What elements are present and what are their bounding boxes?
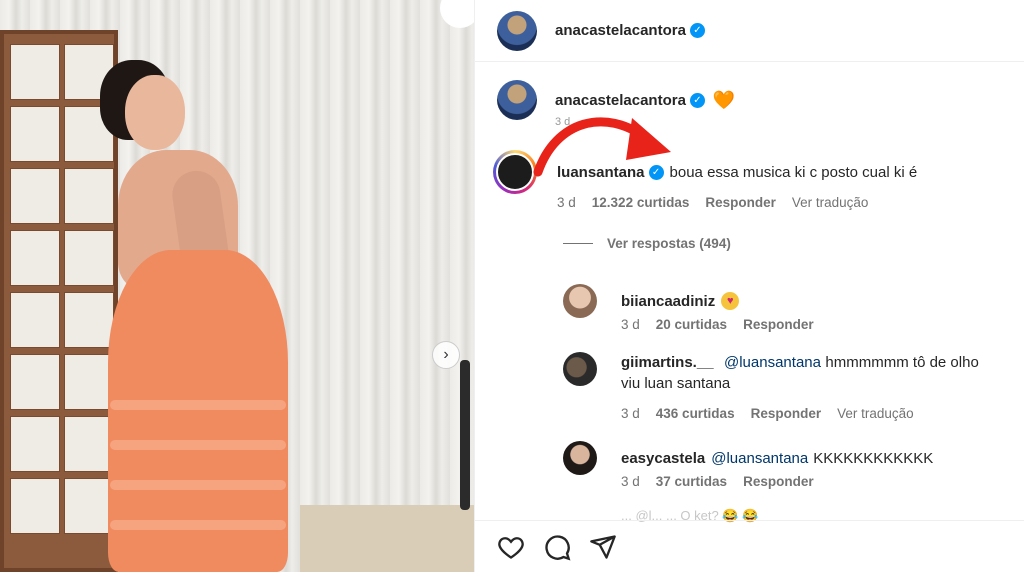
avatar[interactable] bbox=[563, 284, 597, 318]
comment-username[interactable]: giimartins.__ bbox=[621, 354, 714, 371]
comment-time: 3 d bbox=[621, 317, 640, 332]
verified-badge-icon: ✓ bbox=[689, 23, 705, 38]
mention-link[interactable]: @luansantana bbox=[711, 450, 808, 467]
reply-button[interactable]: Responder bbox=[743, 317, 814, 332]
chevron-right-icon: › bbox=[443, 346, 449, 363]
reply-easycastela: easycastela @luansantana KKKKKKKKKKKK bbox=[563, 441, 933, 475]
ottoman bbox=[300, 505, 474, 572]
post-header: anacastelacantora ✓ bbox=[475, 0, 1024, 62]
send-icon[interactable] bbox=[589, 533, 617, 561]
likes-count[interactable]: 12.322 curtidas bbox=[592, 195, 690, 210]
red-arrow-annotation bbox=[533, 117, 671, 177]
translate-link[interactable]: Ver tradução bbox=[837, 406, 914, 421]
comment-meta: 3 d 37 curtidas Responder bbox=[621, 474, 814, 489]
heart-icon[interactable] bbox=[497, 533, 525, 561]
comment-meta: 3 d 436 curtidas Responder Ver tradução bbox=[621, 406, 914, 421]
orange-heart-emoji: 🧡 bbox=[712, 89, 736, 110]
comment-text-continued: viu luan santana bbox=[621, 375, 731, 392]
reply-giimartins: giimartins.__ @luansantana hmmmmmm tô de… bbox=[563, 352, 979, 394]
reply-biiancaadiniz: biiancaadiniz ♥ bbox=[563, 284, 740, 318]
mention-link[interactable]: @luansantana bbox=[724, 354, 821, 371]
header-username[interactable]: anacastelacantora bbox=[555, 22, 686, 39]
avatar[interactable] bbox=[563, 441, 597, 475]
likes-count[interactable]: 37 curtidas bbox=[656, 474, 727, 489]
avatar[interactable] bbox=[563, 352, 597, 386]
likes-count[interactable]: 20 curtidas bbox=[656, 317, 727, 332]
comment-text: KKKKKKKKKKKK bbox=[813, 449, 934, 467]
likes-count[interactable]: 436 curtidas bbox=[656, 406, 735, 421]
avatar[interactable] bbox=[497, 10, 537, 51]
lamp bbox=[460, 360, 470, 510]
next-photo-button[interactable]: › bbox=[432, 341, 460, 369]
reply-button[interactable]: Responder bbox=[743, 474, 814, 489]
person-face bbox=[125, 75, 185, 150]
comment-text: hmmmmmm tô de olho bbox=[825, 354, 979, 371]
post-photo: › bbox=[0, 0, 474, 572]
action-bar bbox=[475, 520, 1024, 572]
comment-meta: 3 d 20 curtidas Responder bbox=[621, 317, 814, 332]
divider bbox=[563, 243, 593, 244]
view-replies-button[interactable]: Ver respostas (494) bbox=[563, 236, 731, 251]
comments-panel: anacastelacantora ✓ anacastelacantora ✓ … bbox=[474, 0, 1024, 572]
translate-link[interactable]: Ver tradução bbox=[792, 195, 869, 210]
comment-icon[interactable] bbox=[543, 533, 571, 561]
comment-text: boua essa musica ki c posto cual ki é bbox=[669, 163, 918, 181]
comment-username[interactable]: biiancaadiniz bbox=[621, 293, 715, 310]
reply-button[interactable]: Responder bbox=[705, 195, 776, 210]
view-replies-label: Ver respostas (494) bbox=[607, 236, 731, 251]
reply-button[interactable]: Responder bbox=[751, 406, 822, 421]
comment-username[interactable]: easycastela bbox=[621, 450, 705, 467]
comment-meta: 3 d 12.322 curtidas Responder Ver traduç… bbox=[557, 195, 868, 210]
verified-badge-icon: ✓ bbox=[689, 92, 705, 108]
heart-eyes-emoji: ♥ bbox=[721, 292, 740, 310]
comment-time: 3 d bbox=[621, 474, 640, 489]
comment-time: 3 d bbox=[557, 195, 576, 210]
comment-time: 3 d bbox=[621, 406, 640, 421]
